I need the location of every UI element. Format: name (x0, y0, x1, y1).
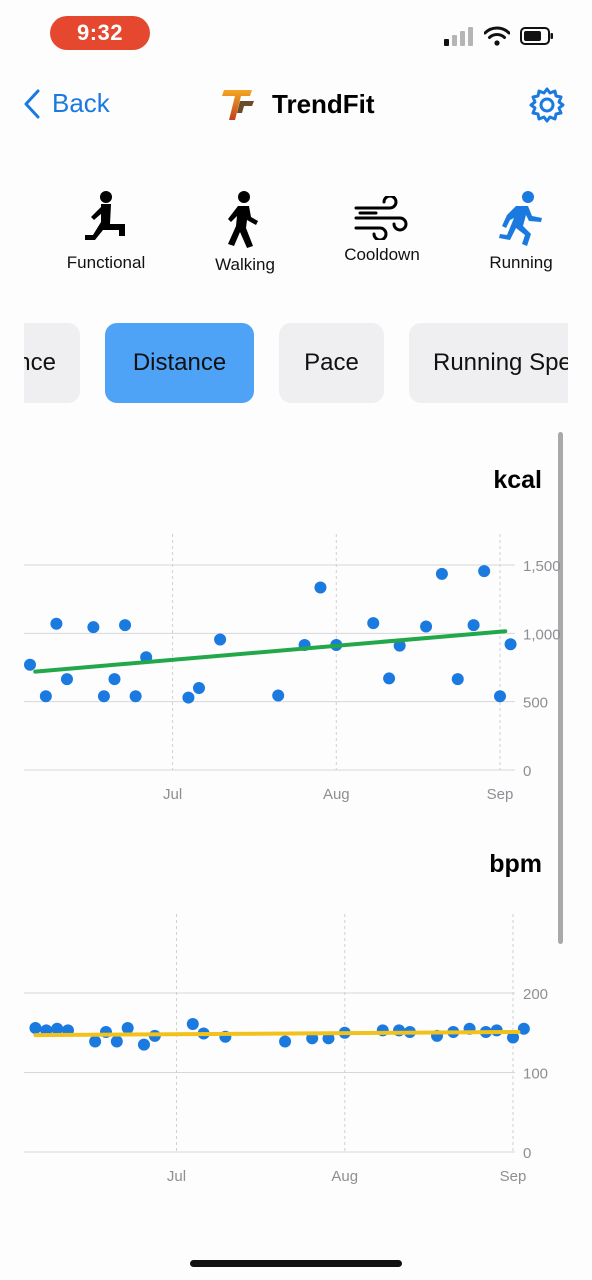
data-point (97, 690, 110, 703)
data-point (24, 658, 36, 671)
x-tick-label: Aug (331, 1168, 358, 1185)
data-point (29, 1021, 42, 1034)
x-tick-label: Sep (487, 786, 514, 803)
data-point (119, 619, 132, 632)
status-time: 9:32 (50, 16, 150, 50)
status-icons (444, 26, 554, 46)
y-tick-label: 0 (523, 1145, 531, 1162)
y-tick-label: 500 (523, 695, 548, 712)
settings-button[interactable] (528, 86, 566, 129)
data-point (121, 1021, 134, 1034)
data-point (467, 619, 480, 632)
activity-label: Functional (66, 253, 146, 272)
data-point (214, 633, 227, 646)
tab-label: Running Spe (433, 349, 568, 376)
data-point (272, 689, 285, 702)
data-point (182, 691, 195, 704)
brand: TrendFit (222, 86, 375, 122)
data-point (89, 1035, 102, 1048)
wind-icon (354, 194, 408, 242)
gear-icon (529, 87, 565, 123)
navigation-bar: Back TrendFit (0, 80, 592, 132)
battery-icon (520, 27, 553, 45)
chevron-left-icon (24, 89, 40, 118)
chart-title-bpm: bpm (489, 850, 542, 878)
data-point (504, 638, 517, 651)
cellular-signal-icon (444, 27, 473, 46)
home-indicator[interactable] (190, 1260, 402, 1267)
y-tick-label: 1,000 (523, 626, 561, 643)
metric-tabs: nce Distance Pace Running Spe (24, 323, 568, 403)
activity-walking[interactable]: Walking (200, 190, 290, 275)
data-point (186, 1018, 199, 1031)
tab-nce[interactable]: nce (24, 323, 80, 403)
y-tick-label: 100 (523, 1066, 548, 1083)
activity-cooldown[interactable]: Cooldown (336, 194, 428, 265)
data-point (435, 567, 448, 580)
kcal-chart: 0 500 1,000 1,500 Jul Aug Sep (24, 534, 561, 803)
data-point (108, 673, 121, 686)
tab-label: nce (24, 349, 56, 376)
trendfit-logo-icon (222, 90, 254, 120)
data-point (383, 672, 396, 685)
chart-title-kcal: kcal (493, 466, 542, 494)
app-title: TrendFit (272, 88, 375, 119)
data-point (494, 690, 506, 703)
data-point (137, 1038, 150, 1051)
activity-running[interactable]: Running (474, 190, 568, 273)
back-label: Back (52, 88, 110, 118)
x-tick-label: Sep (500, 1168, 527, 1185)
tab-pace[interactable]: Pace (279, 323, 384, 403)
data-point (39, 690, 52, 703)
data-point (110, 1035, 123, 1048)
y-tick-label: 1,500 (523, 558, 561, 575)
data-point (129, 690, 142, 703)
running-icon (499, 191, 542, 246)
tab-running-speed[interactable]: Running Spe (409, 323, 568, 403)
data-point (50, 617, 63, 630)
activity-selector: Functional Walking Cooldown Running (0, 190, 592, 280)
data-point (279, 1035, 292, 1048)
back-button[interactable]: Back (24, 88, 110, 119)
tab-distance[interactable]: Distance (105, 323, 254, 403)
tab-label: Pace (304, 349, 359, 376)
x-tick-label: Jul (163, 786, 182, 803)
activity-label: Running (489, 253, 553, 272)
y-tick-label: 200 (523, 986, 548, 1003)
walking-icon (228, 191, 258, 248)
activity-label: Cooldown (344, 245, 420, 264)
data-point (478, 565, 491, 578)
x-tick-label: Aug (323, 786, 350, 803)
data-point (60, 673, 73, 686)
data-point (87, 621, 100, 634)
x-tick-label: Jul (167, 1168, 186, 1185)
trend-line (33, 629, 508, 674)
y-tick-label: 0 (523, 763, 531, 780)
activity-label: Walking (215, 255, 275, 274)
functional-training-icon (85, 191, 125, 240)
data-point (314, 581, 327, 594)
data-point (420, 620, 433, 633)
wifi-icon (484, 26, 510, 46)
activity-functional[interactable]: Functional (56, 190, 156, 273)
data-point (192, 682, 205, 694)
bpm-chart: 0 100 200 Jul Aug Sep (24, 914, 548, 1185)
tab-label: Distance (132, 349, 227, 376)
data-point (367, 617, 380, 630)
data-point (451, 673, 464, 686)
